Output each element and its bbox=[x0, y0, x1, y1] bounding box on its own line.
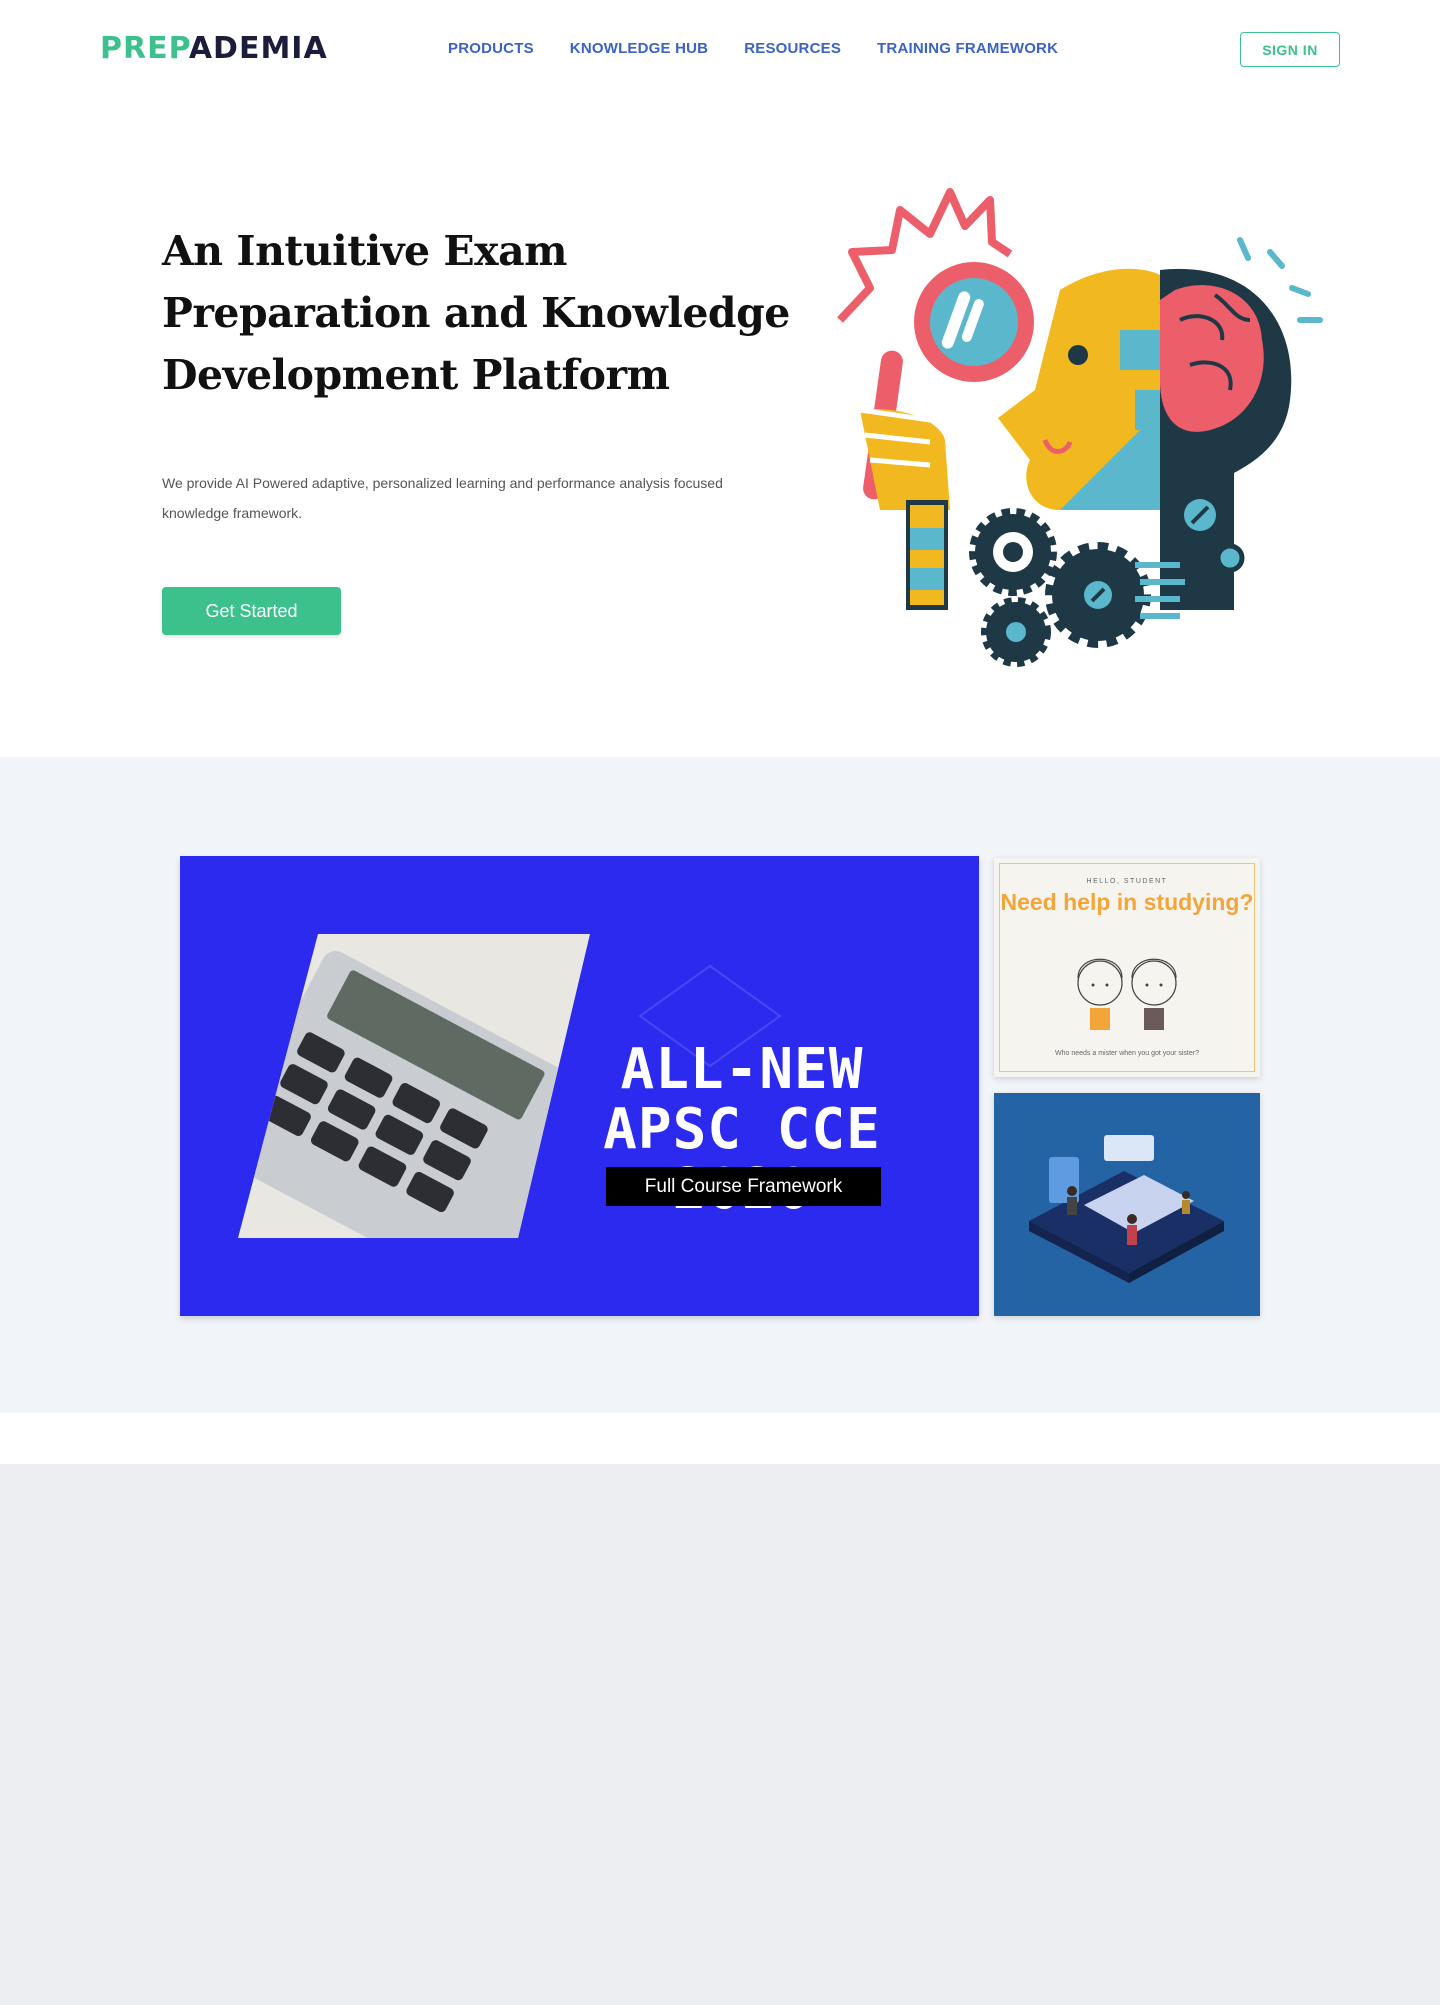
get-started-button[interactable]: Get Started bbox=[162, 587, 341, 635]
promo-card-classroom[interactable] bbox=[994, 1093, 1260, 1316]
site-header: PREPADEMIA PRODUCTS KNOWLEDGE HUB RESOUR… bbox=[0, 0, 1440, 100]
nav-item-products[interactable]: PRODUCTS bbox=[448, 40, 534, 57]
hero-title: An Intuitive Exam Preparation and Knowle… bbox=[162, 227, 790, 399]
ai-brain-illustration bbox=[837, 188, 1323, 667]
nav-item-resources[interactable]: RESOURCES bbox=[744, 40, 841, 57]
footer-strip bbox=[0, 1464, 1440, 2005]
card-footer: Who needs a mister when you got your sis… bbox=[1055, 1050, 1199, 1057]
hero-subtitle: We provide AI Powered adaptive, personal… bbox=[162, 475, 723, 521]
nav-item-knowledge-hub[interactable]: KNOWLEDGE HUB bbox=[570, 40, 708, 57]
nav-item-training-framework[interactable]: TRAINING FRAMEWORK bbox=[877, 40, 1058, 57]
brand-logo[interactable]: PREPADEMIA bbox=[100, 31, 328, 66]
brand-logo-part2: ADEMIA bbox=[188, 31, 328, 66]
isometric-classroom-illustration bbox=[1029, 1135, 1224, 1283]
sign-in-button[interactable]: SIGN IN bbox=[1240, 32, 1340, 67]
brand-logo-part1: PREP bbox=[100, 31, 189, 66]
promo-card-study-help[interactable]: HELLO, STUDENT Need help in studying? Wh… bbox=[994, 858, 1260, 1077]
main-nav: PRODUCTS KNOWLEDGE HUB RESOURCES TRAININ… bbox=[448, 40, 1058, 57]
promo-tagline: Full Course Framework bbox=[606, 1167, 881, 1206]
two-girls-illustration bbox=[1077, 958, 1177, 1030]
